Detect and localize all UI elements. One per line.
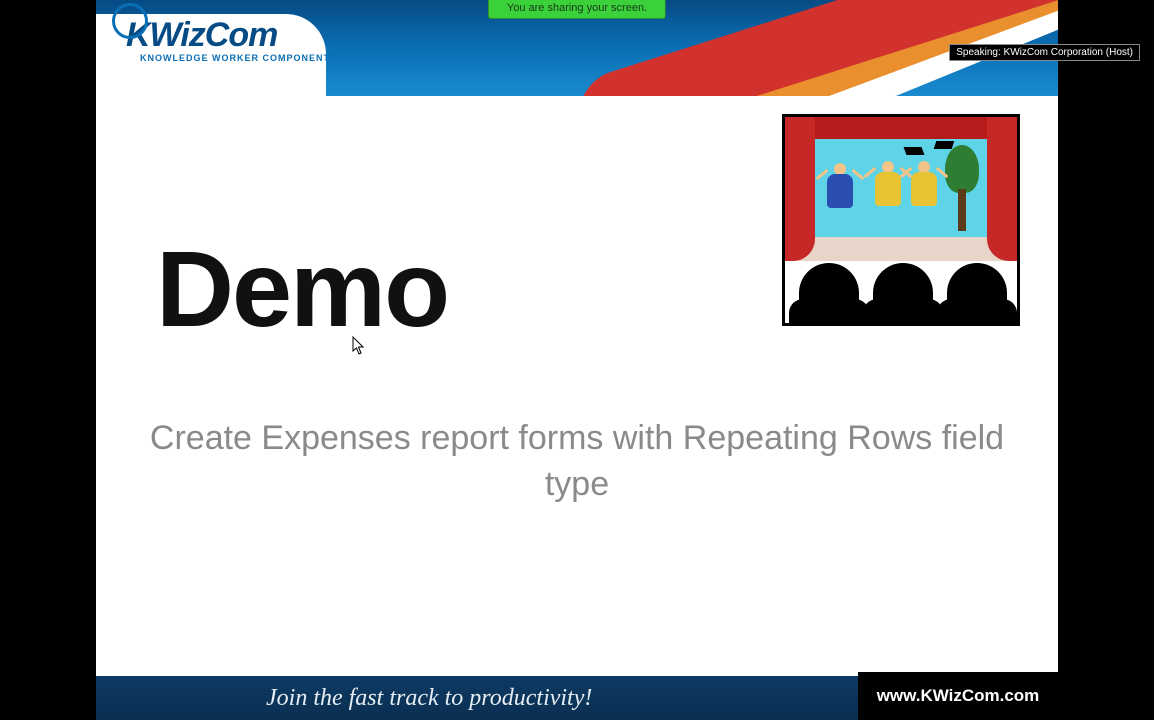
brand-subtitle: KNOWLEDGE WORKER COMPONENTS [140, 53, 337, 63]
clipart-bat-icon [934, 141, 955, 149]
slide-subtitle: Create Expenses report forms with Repeat… [96, 416, 1058, 508]
clipart-curtain-left [785, 117, 815, 261]
logo-ring-icon [112, 3, 148, 39]
clipart-actor-icon [825, 163, 855, 208]
slide-body: Demo Create Expenses report forms with R… [96, 96, 1058, 676]
speaking-indicator: Speaking: KWizCom Corporation (Host) [949, 44, 1140, 61]
audience-silhouette-icon [873, 263, 933, 323]
brand-logo-text: KWizCom [112, 16, 277, 55]
audience-silhouette-icon [799, 263, 859, 323]
screen-share-banner[interactable]: You are sharing your screen. [488, 0, 666, 19]
footer-url-box: www.KWizCom.com [858, 672, 1058, 720]
theater-clipart [782, 114, 1020, 326]
footer-url: www.KWizCom.com [877, 686, 1040, 706]
clipart-stage-floor [785, 237, 1017, 261]
audience-silhouette-icon [947, 263, 1007, 323]
clipart-curtain-right [987, 117, 1017, 261]
clipart-bat-icon [904, 147, 925, 155]
clipart-tree-icon [945, 145, 979, 233]
slide-title: Demo [156, 226, 448, 351]
clipart-curtain-top [785, 117, 1017, 139]
footer-tagline: Join the fast track to productivity! [266, 685, 592, 712]
presentation-slide-area: KWizCom KNOWLEDGE WORKER COMPONENTS Demo… [96, 0, 1058, 720]
clipart-actor-icon [873, 161, 903, 206]
clipart-audience [785, 261, 1017, 323]
brand-name: KWizCom [126, 16, 277, 55]
clipart-actor-icon [909, 161, 939, 206]
slide-footer: Join the fast track to productivity! www… [96, 676, 1058, 720]
brand-logo: KWizCom KNOWLEDGE WORKER COMPONENTS [112, 16, 337, 63]
